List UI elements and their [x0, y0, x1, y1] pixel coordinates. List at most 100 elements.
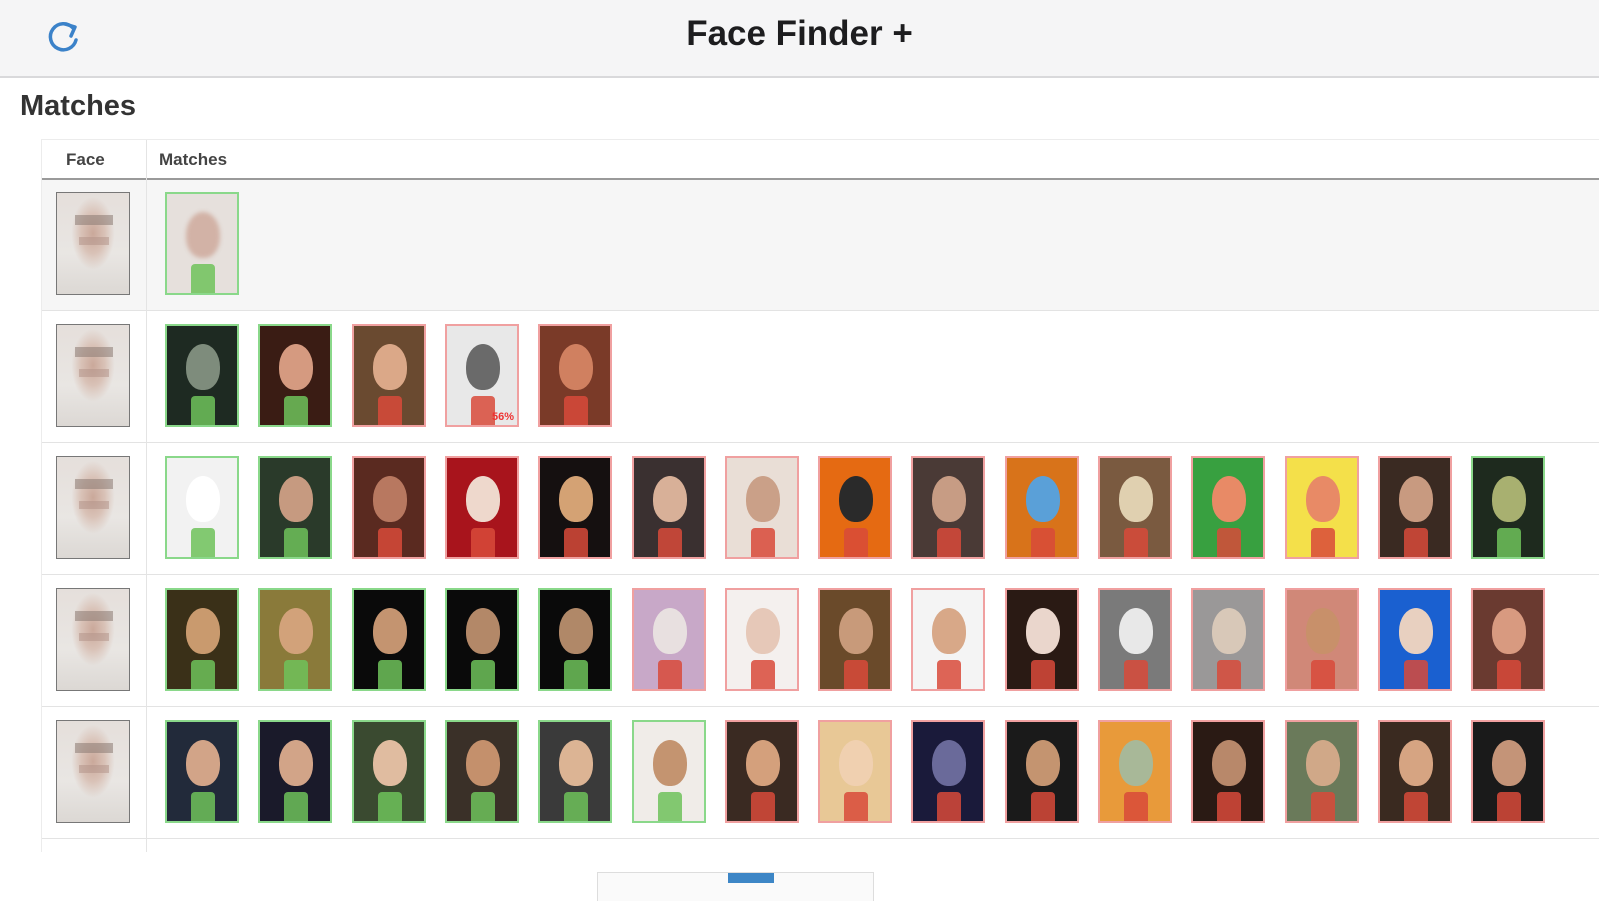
face-thumbnail[interactable]: [56, 720, 130, 823]
match-thumbnail[interactable]: [445, 588, 519, 691]
match-thumbnail[interactable]: [1285, 456, 1359, 559]
match-thumbnail[interactable]: [1471, 588, 1545, 691]
match-thumbnail[interactable]: [165, 324, 239, 427]
match-face: [279, 608, 313, 654]
match-indicator: [844, 660, 868, 689]
match-thumbnail[interactable]: [1378, 588, 1452, 691]
match-indicator: [378, 792, 402, 821]
match-indicator: [1404, 660, 1428, 689]
match-thumbnail[interactable]: [352, 324, 426, 427]
match-indicator: [844, 528, 868, 557]
match-thumbnail[interactable]: [1378, 456, 1452, 559]
match-thumbnail[interactable]: [632, 588, 706, 691]
match-face: [466, 476, 500, 522]
match-face: [559, 608, 593, 654]
match-face: [373, 344, 407, 390]
match-indicator: [1217, 792, 1241, 821]
match-thumbnail[interactable]: [632, 456, 706, 559]
match-thumbnail[interactable]: [165, 720, 239, 823]
match-face: [279, 476, 313, 522]
match-thumbnail[interactable]: [911, 720, 985, 823]
match-indicator: [937, 660, 961, 689]
match-thumbnail[interactable]: [1378, 720, 1452, 823]
match-thumbnail[interactable]: [1005, 588, 1079, 691]
face-thumbnail[interactable]: [56, 324, 130, 427]
match-thumbnail[interactable]: [538, 588, 612, 691]
match-indicator: [937, 792, 961, 821]
match-indicator: [564, 792, 588, 821]
match-thumbnail[interactable]: [1005, 456, 1079, 559]
match-indicator: [658, 792, 682, 821]
table-row: [42, 180, 1599, 311]
table-header: Face Matches: [42, 140, 1599, 180]
column-divider: [146, 140, 147, 852]
match-thumbnail[interactable]: [1098, 588, 1172, 691]
match-thumbnail[interactable]: [818, 720, 892, 823]
match-indicator: [191, 264, 215, 293]
match-thumbnail[interactable]: [1191, 588, 1265, 691]
match-thumbnail[interactable]: [725, 720, 799, 823]
match-thumbnail[interactable]: [1285, 720, 1359, 823]
match-face: [466, 740, 500, 786]
match-thumbnail[interactable]: [165, 192, 239, 295]
match-thumbnail[interactable]: [352, 588, 426, 691]
match-indicator: [284, 396, 308, 425]
match-thumbnail[interactable]: [352, 720, 426, 823]
match-thumbnail[interactable]: [1005, 720, 1079, 823]
match-indicator: [1217, 660, 1241, 689]
match-indicator: [1124, 528, 1148, 557]
match-thumbnail[interactable]: [1471, 456, 1545, 559]
match-thumbnail[interactable]: [1191, 456, 1265, 559]
match-thumbnail[interactable]: [538, 456, 612, 559]
match-thumbnail[interactable]: [258, 720, 332, 823]
match-thumbnail[interactable]: [445, 720, 519, 823]
match-thumbnail[interactable]: [725, 588, 799, 691]
match-face: [746, 608, 780, 654]
face-thumbnail[interactable]: [56, 456, 130, 559]
match-thumbnail[interactable]: 56%: [445, 324, 519, 427]
match-face: [186, 608, 220, 654]
match-thumbnail[interactable]: [911, 588, 985, 691]
match-face: [653, 608, 687, 654]
pagination[interactable]: [597, 872, 874, 901]
match-thumbnail[interactable]: [1191, 720, 1265, 823]
face-thumbnail[interactable]: [56, 192, 130, 295]
section-title: Matches: [20, 90, 137, 122]
match-face: [1399, 608, 1433, 654]
match-thumbnail[interactable]: [1098, 720, 1172, 823]
match-thumbnail[interactable]: [1471, 720, 1545, 823]
match-indicator: [191, 396, 215, 425]
match-thumbnail[interactable]: [911, 456, 985, 559]
match-thumbnail[interactable]: [165, 456, 239, 559]
match-face: [373, 608, 407, 654]
match-face: [1212, 608, 1246, 654]
match-indicator: [751, 660, 775, 689]
match-thumbnail[interactable]: [538, 720, 612, 823]
match-face: [932, 608, 966, 654]
match-face: [559, 740, 593, 786]
match-indicator: [1497, 660, 1521, 689]
match-thumbnail[interactable]: [352, 456, 426, 559]
match-face: [186, 344, 220, 390]
face-thumbnail[interactable]: [56, 588, 130, 691]
match-indicator: [284, 792, 308, 821]
match-thumbnail[interactable]: [258, 588, 332, 691]
match-indicator: [378, 396, 402, 425]
match-indicator: [658, 528, 682, 557]
match-thumbnail[interactable]: [725, 456, 799, 559]
match-thumbnail[interactable]: [632, 720, 706, 823]
match-thumbnail[interactable]: [258, 324, 332, 427]
match-face: [1492, 740, 1526, 786]
match-thumbnail[interactable]: [258, 456, 332, 559]
match-face: [653, 476, 687, 522]
match-thumbnail[interactable]: [818, 588, 892, 691]
match-thumbnail[interactable]: [1098, 456, 1172, 559]
match-thumbnail[interactable]: [818, 456, 892, 559]
match-thumbnail[interactable]: [445, 456, 519, 559]
match-face: [932, 476, 966, 522]
match-thumbnail[interactable]: [1285, 588, 1359, 691]
pagination-active-page[interactable]: [728, 873, 774, 883]
match-thumbnail[interactable]: [165, 588, 239, 691]
match-indicator: [284, 660, 308, 689]
match-thumbnail[interactable]: [538, 324, 612, 427]
